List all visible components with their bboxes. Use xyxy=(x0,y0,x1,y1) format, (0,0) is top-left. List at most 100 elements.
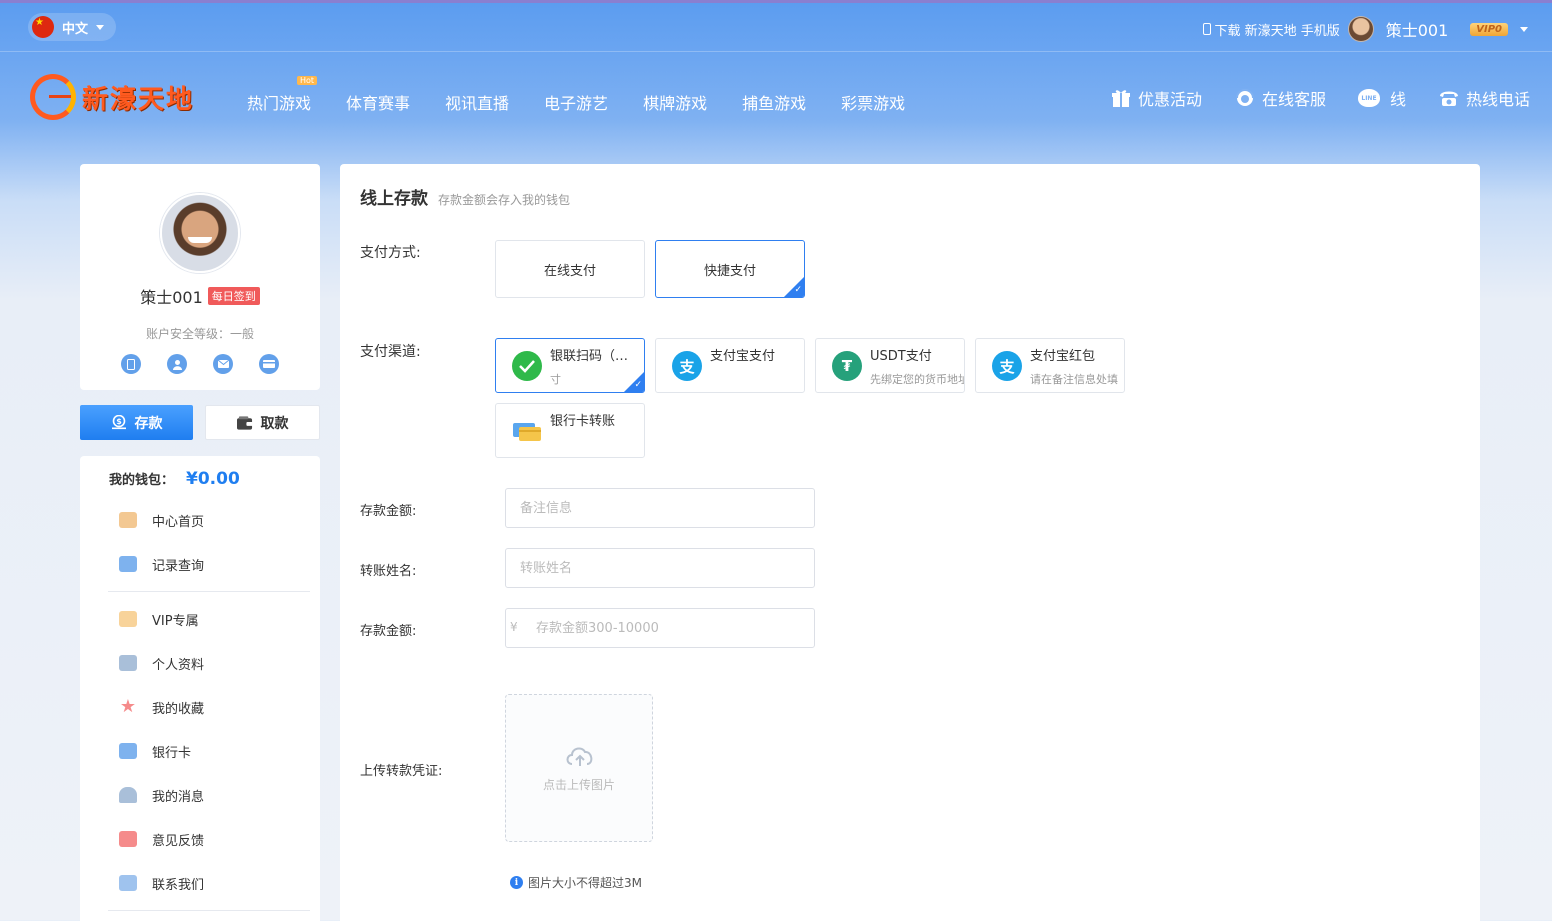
nav-item-live-casino[interactable]: 视讯直播 xyxy=(445,90,509,114)
promotions-link[interactable]: 优惠活动 xyxy=(1110,86,1202,110)
page-subtitle: 存款金额会存入我的钱包 xyxy=(438,193,571,207)
diamond-icon xyxy=(119,611,137,627)
identity-verify-icon[interactable] xyxy=(167,354,187,374)
pay-method-label: 支付方式: xyxy=(360,245,421,261)
transfer-name-input[interactable] xyxy=(505,548,815,588)
top-username[interactable]: 策士001 xyxy=(1386,17,1449,41)
withdraw-button[interactable]: 取款 xyxy=(205,405,320,440)
line-link[interactable]: LINE 线 xyxy=(1357,86,1406,110)
sidebar-item-label: VIP专属 xyxy=(152,613,199,629)
amount-label: 存款金额: xyxy=(360,624,417,639)
logo-emblem-icon xyxy=(30,74,76,120)
sidebar-item-messages[interactable]: 我的消息 xyxy=(108,773,310,817)
tip-text: 图片大小不得超过3M xyxy=(528,876,642,890)
upload-label: 上传转款凭证: xyxy=(360,764,443,779)
pay-method-quick[interactable]: 快捷支付 ✓ xyxy=(655,240,805,298)
deposit-icon: $ xyxy=(111,415,127,430)
telephone-icon xyxy=(1438,88,1460,108)
download-app-link[interactable]: 下载 新濠天地 手机版 xyxy=(1203,20,1340,39)
sidebar-item-records[interactable]: 记录查询 xyxy=(108,542,310,586)
channel-desc: 先绑定您的货币地址 xyxy=(870,373,964,386)
home-icon xyxy=(119,512,137,528)
email-verify-icon[interactable] xyxy=(213,354,233,374)
withdraw-label: 取款 xyxy=(260,415,289,432)
sidebar-item-profile[interactable]: 个人资料 xyxy=(108,641,310,685)
line-label: 线 xyxy=(1389,90,1406,109)
language-label: 中文 xyxy=(62,21,89,37)
nav-item-card-games[interactable]: 棋牌游戏 xyxy=(643,90,707,114)
promotions-label: 优惠活动 xyxy=(1137,90,1202,109)
nav-item-slots[interactable]: 电子游艺 xyxy=(544,90,608,114)
nav-item-lottery[interactable]: 彩票游戏 xyxy=(841,90,905,114)
alipay-icon: 支 xyxy=(672,351,702,381)
phone-verify-icon[interactable] xyxy=(121,354,141,374)
svg-text:$: $ xyxy=(116,417,122,426)
star-icon: ★ xyxy=(119,696,137,717)
top-bar: 中文 下载 新濠天地 手机版 策士001 VIP0 xyxy=(0,0,1552,52)
user-menu-chevron-icon[interactable] xyxy=(1520,26,1528,32)
sidebar-item-label: 银行卡 xyxy=(152,745,192,761)
daily-signin-button[interactable]: 每日签到 xyxy=(207,287,260,305)
nav-item-fishing[interactable]: 捕鱼游戏 xyxy=(742,90,806,114)
channel-alipay[interactable]: 支 支付宝支付 xyxy=(655,338,805,393)
clipboard-icon xyxy=(119,556,137,572)
language-selector[interactable]: 中文 xyxy=(28,13,117,41)
sidebar-item-label: 意见反馈 xyxy=(152,833,205,849)
profile-card: 策士001 每日签到 账户安全等级：一般 xyxy=(80,164,320,390)
pay-method-online[interactable]: 在线支付 xyxy=(495,240,645,298)
panel-header: 线上存款 存款金额会存入我的钱包 xyxy=(360,184,570,209)
hotline-link[interactable]: 热线电话 xyxy=(1438,86,1530,110)
sidebar-item-contact[interactable]: 联系我们 xyxy=(108,861,310,905)
check-icon: ✓ xyxy=(794,285,802,295)
check-icon: ✓ xyxy=(634,380,642,390)
amount-input[interactable] xyxy=(505,608,815,648)
upload-dropzone[interactable]: 点击上传图片 xyxy=(505,694,653,842)
transfer-name-label: 转账姓名: xyxy=(360,564,417,579)
menu-divider xyxy=(108,591,310,592)
sidebar-item-bank-card[interactable]: 银行卡 xyxy=(108,729,310,773)
headset-icon xyxy=(1234,88,1256,108)
vip-badge: VIP0 xyxy=(1470,22,1508,36)
sidebar-item-vip[interactable]: VIP专属 xyxy=(108,597,310,641)
sidebar-item-label: 我的消息 xyxy=(152,789,205,805)
sidebar-item-home[interactable]: 中心首页 xyxy=(108,498,310,542)
remark-input[interactable] xyxy=(505,488,815,528)
sidebar-item-label: 联系我们 xyxy=(152,877,205,893)
nav-menu: 热门游戏 Hot 体育赛事 视讯直播 电子游艺 棋牌游戏 捕鱼游戏 彩票游戏 xyxy=(247,76,940,114)
site-logo[interactable]: 新濠天地 xyxy=(30,74,194,120)
channel-name: 银联扫码（… xyxy=(550,349,629,364)
bell-icon xyxy=(119,787,137,803)
main-nav: 新濠天地 热门游戏 Hot 体育赛事 视讯直播 电子游艺 棋牌游戏 捕鱼游戏 彩… xyxy=(0,52,1552,144)
sidebar-item-favorites[interactable]: ★ 我的收藏 xyxy=(108,685,310,729)
channel-label: 支付渠道: xyxy=(360,344,421,360)
profile-avatar[interactable] xyxy=(160,193,240,273)
nav-right-links: 优惠活动 在线客服 LINE 线 热线电话 xyxy=(1078,86,1530,110)
channel-desc: 请在备注信息处填 xyxy=(1030,373,1118,386)
nav-item-hot-games[interactable]: 热门游戏 Hot xyxy=(247,76,318,114)
phone-icon xyxy=(1203,23,1212,35)
wallet-value: ¥0.00 xyxy=(186,469,240,489)
cloud-upload-icon xyxy=(564,744,594,766)
gift-icon xyxy=(1110,88,1132,108)
wallet-label: 我的钱包： xyxy=(109,473,175,488)
pay-method-label-text: 快捷支付 xyxy=(703,263,756,279)
bank-card-icon xyxy=(512,416,542,446)
avatar[interactable] xyxy=(1347,16,1374,42)
top-user-area: 下载 新濠天地 手机版 策士001 VIP0 xyxy=(1203,15,1528,43)
customer-service-link[interactable]: 在线客服 xyxy=(1234,86,1326,110)
channel-bank-transfer[interactable]: 银行卡转账 xyxy=(495,403,645,458)
hot-badge: Hot xyxy=(296,76,318,85)
sidebar-item-label: 我的收藏 xyxy=(152,701,205,717)
line-icon: LINE xyxy=(1357,89,1380,107)
logo-text: 新濠天地 xyxy=(82,84,195,115)
channel-alipay-redpacket[interactable]: 支 支付宝红包 请在备注信息处填 xyxy=(975,338,1125,393)
nav-item-sports[interactable]: 体育赛事 xyxy=(346,90,410,114)
sidebar-menu: 我的钱包： ¥0.00 中心首页 记录查询 VIP专属 个人资料 ★ 我的收藏 … xyxy=(80,456,320,921)
sidebar-item-feedback[interactable]: 意见反馈 xyxy=(108,817,310,861)
channel-unionpay-scan[interactable]: 银联扫码（… 寸 ✓ xyxy=(495,338,645,393)
currency-prefix: ¥ xyxy=(510,620,518,634)
deposit-button[interactable]: $ 存款 xyxy=(80,405,193,440)
bank-card-verify-icon[interactable] xyxy=(259,354,279,374)
chat-icon xyxy=(119,875,137,891)
channel-usdt[interactable]: ₮ USDT支付 先绑定您的货币地址 xyxy=(815,338,965,393)
